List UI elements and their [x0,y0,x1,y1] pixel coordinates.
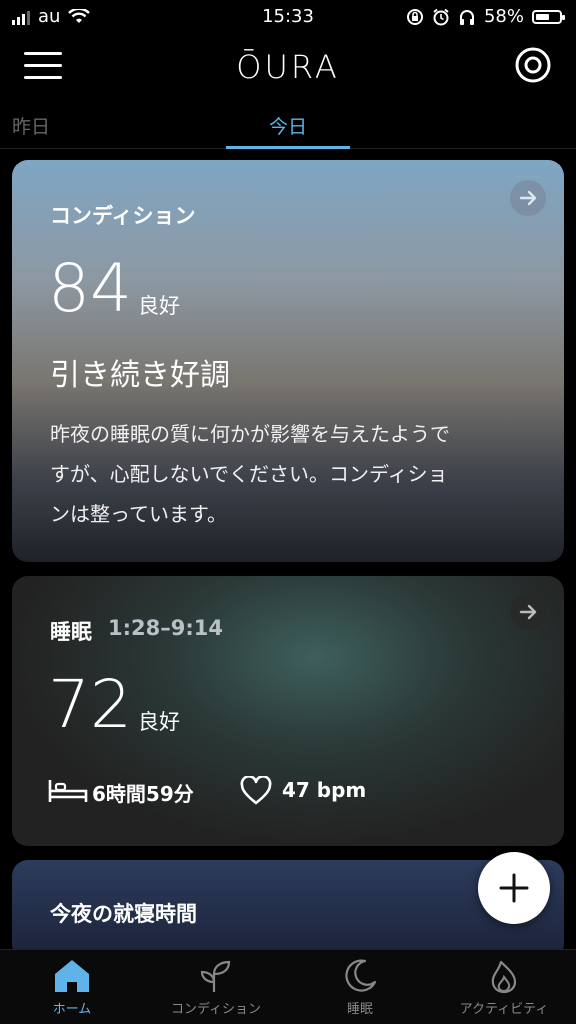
sleep-duration: 6時間59分 [92,782,194,806]
readiness-score-label: 良好 [138,294,180,318]
sleep-time-range: 1:28–9:14 [108,616,223,640]
top-bar: ŌURA [0,40,576,96]
nav-activity[interactable]: アクティビティ [432,958,576,1017]
nav-condition-label: コンディション [170,1002,262,1017]
heart-icon [240,776,272,805]
day-tabs: 昨日 今日 [0,104,576,149]
home-icon [55,960,89,992]
nav-condition[interactable]: コンディション [144,958,288,1017]
bottom-nav: ホーム コンディション 睡眠 アクティビティ [0,949,576,1024]
status-right: 58% [406,6,565,27]
nav-home[interactable]: ホーム [0,958,144,1017]
moon-icon [345,959,377,992]
battery-icon [532,9,565,24]
readiness-description: 昨夜の睡眠の質に何かが影響を与えたようで すが、心配しないでください。コンディシ… [50,414,540,534]
readiness-description-line: すが、心配しないでください。コンディショ [50,462,448,486]
sleep-title: 睡眠 [50,620,92,644]
sleep-score-label: 良好 [138,710,180,734]
tab-active-indicator [226,146,350,149]
readiness-description-line: ンは整っています。 [50,502,227,526]
headphones-icon [459,9,474,25]
plus-icon [499,873,529,903]
nav-sleep-label: 睡眠 [346,1002,373,1017]
nav-home-label: ホーム [52,1002,92,1017]
flame-icon [491,960,517,994]
sleep-heart-rate: 47 bpm [282,778,367,802]
sleep-score: 72 [48,666,132,743]
bedtime-title: 今夜の就寝時間 [50,902,197,926]
readiness-title: コンディション [50,204,196,228]
tab-yesterday[interactable]: 昨日 [12,112,50,139]
sleep-arrow-icon[interactable] [510,594,546,630]
readiness-headline: 引き続き好調 [50,358,230,393]
sleep-card[interactable]: 睡眠 1:28–9:14 72 良好 6時間59分 47 bpm [12,576,564,846]
status-bar: au 15:33 58% [0,0,576,34]
rotation-lock-icon [406,8,423,25]
bed-icon [48,780,88,802]
nav-sleep[interactable]: 睡眠 [288,958,432,1017]
readiness-card[interactable]: コンディション 84 良好 引き続き好調 昨夜の睡眠の質に何かが影響を与えたよう… [12,160,564,562]
readiness-description-line: 昨夜の睡眠の質に何かが影響を与えたようで [50,422,450,446]
add-button[interactable] [478,852,550,924]
readiness-score: 84 [48,250,132,327]
oura-logo: ŌURA [236,48,340,86]
ring-icon[interactable] [514,46,552,84]
nav-activity-label: アクティビティ [459,1002,549,1017]
alarm-icon [433,8,449,25]
sprout-icon [200,960,231,992]
readiness-arrow-icon[interactable] [510,180,546,216]
tab-today[interactable]: 今日 [226,112,350,139]
battery-percent: 58% [483,6,524,27]
